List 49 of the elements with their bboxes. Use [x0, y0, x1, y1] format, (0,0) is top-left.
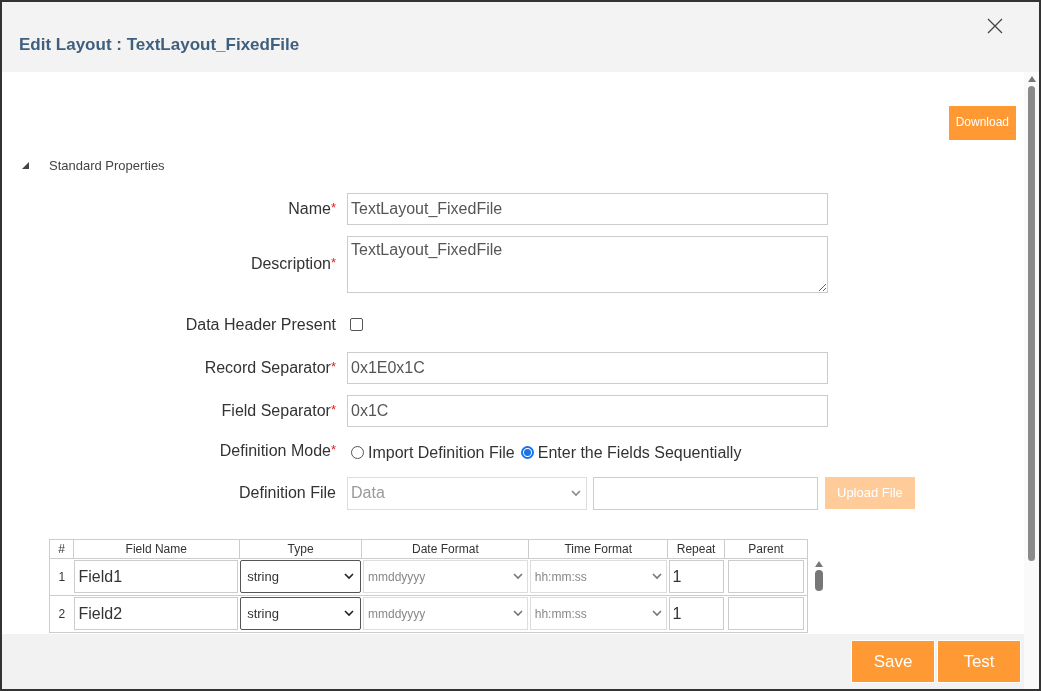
chevron-down-icon [651, 610, 662, 617]
section-header[interactable]: Standard Properties [49, 156, 165, 176]
chevron-down-icon [512, 573, 523, 580]
type-select[interactable]: string [240, 560, 361, 593]
time-format-select[interactable]: hh:mm:ss [529, 597, 667, 630]
chevron-down-icon [512, 610, 523, 617]
column-header: Repeat [667, 539, 725, 558]
file-path-input[interactable] [593, 476, 818, 510]
column-header: Field Name [73, 539, 240, 558]
chevron-down-icon [344, 610, 354, 617]
column-header: Parent [724, 539, 808, 558]
close-icon[interactable] [987, 18, 1003, 34]
checkbox[interactable] [350, 318, 363, 331]
radio-label[interactable]: Enter the Fields Sequentially [537, 440, 742, 465]
scrollbar[interactable] [1024, 72, 1039, 689]
chevron-down-icon [344, 573, 354, 580]
row-number: 2 [49, 595, 74, 632]
field-name-input[interactable]: Field1 [74, 560, 239, 593]
collapse-triangle-icon[interactable] [22, 162, 29, 170]
text-input[interactable]: 0x1E0x1C [347, 351, 828, 384]
dialog-title: Edit Layout : TextLayout_FixedFile [19, 34, 300, 56]
radio-label[interactable]: Import Definition File [368, 440, 515, 465]
text-area[interactable]: TextLayout_FixedFile [347, 235, 828, 293]
field-name-input[interactable]: Field2 [74, 597, 239, 630]
time-format-select[interactable]: hh:mm:ss [529, 560, 667, 593]
chevron-down-icon [651, 573, 662, 580]
repeat-input[interactable]: 1 [668, 597, 724, 630]
parent-input[interactable] [727, 560, 804, 593]
text-input[interactable]: 0x1C [347, 394, 828, 427]
text-input[interactable]: TextLayout_FixedFile [347, 192, 828, 225]
radio-button[interactable] [520, 446, 534, 459]
column-header: Date Format [362, 539, 529, 558]
scroll-thumb[interactable] [1028, 86, 1035, 561]
date-format-select[interactable]: mmddyyyy [363, 597, 528, 630]
column-header: Time Format [528, 539, 668, 558]
date-format-select[interactable]: mmddyyyy [363, 560, 528, 593]
field-label: Definition File [239, 483, 336, 503]
table-scrollbar[interactable] [812, 560, 826, 591]
type-select[interactable]: string [240, 597, 361, 630]
scroll-thumb[interactable] [815, 569, 823, 591]
column-header: Type [239, 539, 362, 558]
scroll-up-arrow-icon[interactable] [815, 560, 823, 567]
scroll-up-arrow-icon[interactable] [1027, 76, 1036, 82]
row-number: 1 [49, 558, 74, 595]
repeat-input[interactable]: 1 [668, 560, 724, 593]
chevron-down-icon [571, 489, 581, 497]
field-label: Data Header Present [185, 314, 336, 335]
column-header: # [49, 539, 74, 558]
parent-input[interactable] [727, 597, 804, 630]
